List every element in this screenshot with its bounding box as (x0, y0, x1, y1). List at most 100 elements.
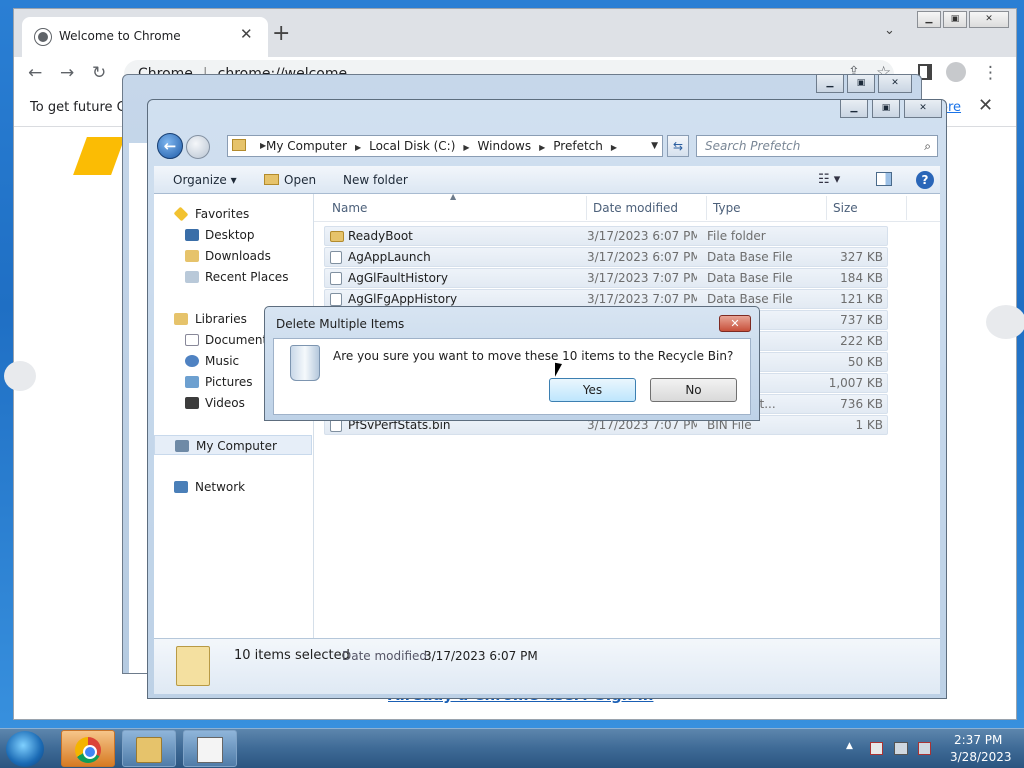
yes-button[interactable]: Yes (549, 378, 636, 402)
file-size: 1 KB (855, 418, 883, 432)
nav-desktop[interactable]: Desktop (154, 225, 312, 245)
nav-pictures-label: Pictures (205, 375, 253, 389)
nav-network[interactable]: Network (154, 477, 312, 497)
close-button[interactable]: ✕ (904, 100, 942, 118)
file-icon (330, 293, 342, 306)
chrome-maximize-button[interactable]: ▣ (943, 11, 967, 28)
nav-network-label: Network (195, 480, 246, 494)
column-divider[interactable] (826, 196, 827, 220)
search-placeholder: Search Prefetch (705, 139, 801, 153)
search-input[interactable]: Search Prefetch ⌕ (696, 135, 938, 157)
taskbar-app[interactable] (183, 730, 237, 767)
no-button[interactable]: No (650, 378, 737, 402)
action-center-icon[interactable] (870, 742, 883, 755)
tab-welcome[interactable]: Welcome to Chrome ✕ (22, 17, 268, 57)
column-divider[interactable] (906, 196, 907, 220)
details-pane: 10 items selected Date modified: 3/17/20… (154, 638, 940, 694)
forward-button[interactable] (186, 135, 210, 159)
file-date-modified: 3/17/2023 7:07 PM (587, 292, 697, 306)
taskbar-explorer[interactable] (122, 730, 176, 767)
file-row[interactable]: ReadyBoot 3/17/2023 6:07 PM File folder (324, 226, 888, 246)
file-row[interactable]: AgAppLaunch 3/17/2023 6:07 PM Data Base Fi… (324, 247, 888, 267)
nav-downloads[interactable]: Downloads (154, 246, 312, 266)
organize-button[interactable]: Organize ▾ (173, 173, 237, 187)
taskbar-chrome[interactable] (61, 730, 115, 767)
breadcrumb-arrow-icon: ▶ (260, 141, 267, 150)
open-button[interactable]: Open (264, 173, 316, 187)
network-tray-icon[interactable] (894, 742, 908, 755)
tray-date[interactable]: 3/28/2023 (950, 750, 1012, 764)
reload-icon[interactable]: ↻ (92, 63, 106, 83)
back-maximize-button[interactable]: ▣ (847, 75, 875, 93)
file-size: 50 KB (847, 355, 883, 369)
decorative-shape (986, 305, 1024, 339)
column-type[interactable]: Type (713, 201, 741, 215)
start-button[interactable] (6, 731, 44, 767)
column-divider[interactable] (586, 196, 587, 220)
file-row[interactable]: AgGlFaultHistory 3/17/2023 7:07 PM Data Ba… (324, 268, 888, 288)
tray-overflow-icon[interactable]: ▲ (846, 741, 853, 751)
file-type: Data Base File (707, 271, 793, 285)
selection-count: 10 items selected (234, 648, 350, 663)
file-size: 1,007 KB (828, 376, 883, 390)
tray-time[interactable]: 2:37 PM (954, 733, 1002, 747)
new-folder-button[interactable]: New folder (343, 173, 408, 187)
sort-arrow-icon: ▲ (450, 192, 457, 201)
nav-libraries-label: Libraries (195, 312, 247, 326)
minimize-button[interactable]: ▁ (840, 100, 868, 118)
column-divider[interactable] (706, 196, 707, 220)
refresh-button[interactable]: ⇆ (667, 135, 689, 157)
pictures-icon (185, 376, 199, 388)
file-type: Data Base File (707, 250, 793, 264)
help-icon[interactable]: ? (916, 171, 934, 189)
back-arrow-icon[interactable]: ← (28, 63, 42, 83)
breadcrumb-prefetch[interactable]: Prefetch (553, 139, 603, 153)
breadcrumb-windows[interactable]: Windows (478, 139, 532, 153)
chrome-menu-icon[interactable]: ⋮ (982, 63, 999, 83)
address-bar[interactable]: ▶ My Computer ▶ Local Disk (C:) ▶ Windows ▶ Pr… (227, 135, 663, 157)
command-bar: Organize ▾ Open New folder ☷ ▾ ? (154, 166, 940, 194)
file-date-modified: 3/17/2023 7:07 PM (587, 271, 697, 285)
desktop-icon (185, 229, 199, 241)
chrome-close-button[interactable]: ✕ (969, 11, 1009, 28)
explorer-folder-icon (136, 737, 162, 763)
back-minimize-button[interactable]: ▁ (816, 75, 844, 93)
column-size[interactable]: Size (833, 201, 858, 215)
open-folder-icon (264, 174, 279, 185)
column-date-modified[interactable]: Date modified (593, 201, 678, 215)
file-name: AgAppLaunch (348, 250, 431, 264)
column-name[interactable]: Name (332, 201, 367, 215)
breadcrumb-my-computer[interactable]: My Computer (266, 139, 347, 153)
app-icon (197, 737, 223, 763)
search-icon[interactable]: ⌕ (924, 136, 931, 156)
dialog-close-button[interactable]: ✕ (719, 315, 751, 332)
decorative-shape (4, 361, 36, 391)
nav-my-computer[interactable]: My Computer (154, 435, 312, 455)
back-button[interactable]: ← (157, 133, 183, 159)
file-name: ReadyBoot (348, 229, 413, 243)
nav-recent-places[interactable]: Recent Places (154, 267, 312, 287)
volume-muted-icon[interactable] (918, 742, 931, 755)
nav-downloads-label: Downloads (205, 249, 271, 263)
back-close-button[interactable]: ✕ (878, 75, 912, 93)
address-dropdown-icon[interactable]: ▼ (651, 136, 658, 156)
dialog-body: Are you sure you want to move these 10 i… (273, 338, 751, 415)
chrome-minimize-button[interactable]: ▁ (917, 11, 941, 28)
folder-icon (330, 231, 344, 242)
file-size: 184 KB (840, 271, 883, 285)
forward-arrow-icon[interactable]: → (60, 63, 74, 83)
tab-search-chevron-icon[interactable]: ⌄ (884, 23, 895, 38)
nav-recent-places-label: Recent Places (205, 270, 289, 284)
preview-pane-icon[interactable] (876, 172, 892, 186)
breadcrumb-local-disk[interactable]: Local Disk (C:) (369, 139, 455, 153)
infobar-close-icon[interactable]: ✕ (978, 95, 993, 116)
views-button[interactable]: ☷ ▾ (818, 172, 840, 187)
nav-favorites[interactable]: Favorites (154, 204, 312, 224)
taskbar: ▲ 2:37 PM 3/28/2023 (0, 728, 1024, 768)
profile-avatar-icon[interactable] (946, 62, 966, 82)
maximize-button[interactable]: ▣ (872, 100, 900, 118)
open-label: Open (284, 173, 317, 187)
new-tab-button[interactable]: + (272, 23, 290, 45)
recycle-bin-icon (290, 345, 320, 381)
tab-close-icon[interactable]: ✕ (240, 25, 253, 43)
